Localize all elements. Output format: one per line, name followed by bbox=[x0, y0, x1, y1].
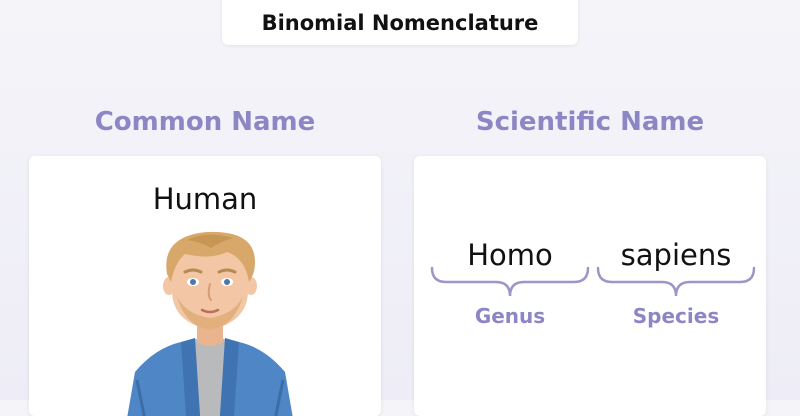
species-label: Species bbox=[632, 304, 720, 328]
genus-brace bbox=[430, 266, 590, 297]
common-name-text: Human bbox=[152, 182, 258, 216]
scientific-name-card: Homo Genus sapiens Species bbox=[414, 156, 766, 416]
species-brace bbox=[596, 266, 756, 297]
genus-label: Genus bbox=[474, 304, 546, 328]
scientific-name-heading: Scientific Name bbox=[475, 107, 705, 137]
common-name-heading: Common Name bbox=[94, 107, 316, 137]
page-title: Binomial Nomenclature bbox=[222, 0, 578, 45]
common-name-card: Human bbox=[29, 156, 381, 416]
human-illustration bbox=[127, 231, 293, 416]
